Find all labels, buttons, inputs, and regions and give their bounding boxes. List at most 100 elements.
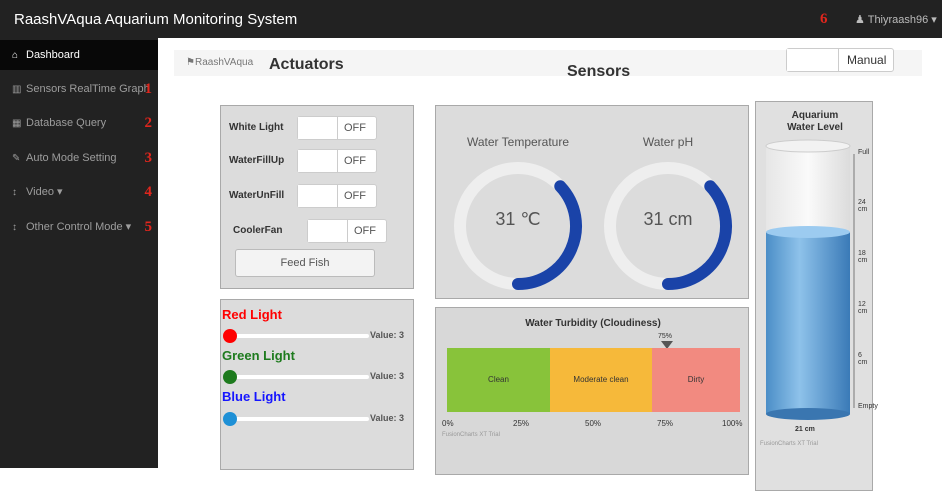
switch-state: OFF [344,122,366,134]
water-ph-value: 31 cm [643,209,693,229]
annotation-marker-3: 3 [144,150,153,166]
sidebar-item-label: Video ▾ [26,186,63,198]
annotation-marker-2: 2 [144,115,153,131]
breadcrumb-home[interactable]: ⚑RaashVAqua [186,57,253,68]
sidebar-item-label: Auto Mode Setting [26,152,117,164]
green-light-slider[interactable] [223,370,369,384]
cooler-fan-switch[interactable]: OFF [307,219,387,243]
water-fill-up-switch[interactable]: OFF [297,149,377,173]
actuators-panel: White Light OFF WaterFillUp OFF WaterUnF… [220,105,414,289]
sidebar-item-label: Sensors RealTime Graph [26,83,150,95]
mode-toggle[interactable]: Manual [786,48,894,72]
blue-light-slider[interactable] [223,412,369,426]
blue-light-value: Value: 3 [370,413,405,423]
green-light-label: Green Light [222,348,295,363]
sidebar-item-label: Other Control Mode ▾ [26,221,132,233]
sidebar-item-video[interactable]: ↕ Video ▾ 4 [0,177,158,207]
sensors-heading: Sensors [567,63,631,80]
turbidity-band-dirty: Dirty [652,348,740,412]
switch-state: OFF [344,155,366,167]
sidebar: ⌂ Dashboard ▥ Sensors RealTime Graph 1 ▦ Da… [0,38,158,468]
user-icon: ♟ [855,14,868,26]
blue-light-label: Blue Light [222,389,286,404]
turbidity-tick: 25% [513,419,530,428]
edit-icon: ✎ [12,153,21,164]
red-light-value: Value: 3 [370,330,405,340]
actuator-row-white-light: White Light OFF [229,116,389,140]
main-content: ⚑RaashVAqua Actuators Sensors Manual Whi… [158,38,942,491]
water-level-tick: 6 cm [858,352,868,366]
actuator-label: WaterFillUp [229,155,285,166]
red-light-label: Red Light [222,307,282,322]
water-surface [766,226,850,238]
app-brand[interactable]: RaashVAqua Aquarium Monitoring System [14,11,297,28]
turbidity-trial-label: FusionCharts XT Trial [442,432,500,438]
table-icon: ▦ [12,118,22,129]
annotation-marker-1: 1 [144,81,153,97]
resize-vertical-icon: ↕ [12,222,17,233]
resize-vertical-icon: ↕ [12,187,17,198]
water-unfill-switch[interactable]: OFF [297,184,377,208]
water-temperature-title: Water Temperature [466,135,570,149]
sidebar-item-dashboard[interactable]: ⌂ Dashboard [0,40,158,70]
switch-state: OFF [344,190,366,202]
switch-state: OFF [354,225,376,237]
turbidity-pointer-label: 75% [658,333,673,340]
water-level-value: 21 cm [795,426,815,433]
blue-light-slider-handle[interactable] [223,412,237,426]
water-fill [766,232,850,414]
water-level-trial-label: FusionCharts XT Trial [760,441,818,447]
red-light-slider[interactable] [223,329,369,343]
annotation-marker-4: 4 [144,184,153,200]
sidebar-item-other-control-mode[interactable]: ↕ Other Control Mode ▾ 5 [0,212,158,242]
sidebar-item-label: Database Query [26,117,107,129]
gauges-panel: Water Temperature 31 ℃ Water pH 31 cm [435,105,749,299]
switch-knob[interactable] [308,220,348,242]
gauge-value-arc [662,180,732,290]
turbidity-band-moderate: Moderate clean [550,348,652,412]
cylinder-top [765,139,851,153]
green-light-slider-handle[interactable] [223,370,237,384]
turbidity-band-clean: Clean [447,348,550,412]
water-level-tick: 24 cm [858,199,868,213]
turbidity-tick: 50% [585,419,602,428]
annotation-marker-6: 6 [820,11,828,27]
actuator-label: CoolerFan [233,225,283,236]
mode-toggle-label: Manual [847,53,887,67]
actuator-row-water-unfill: WaterUnFill OFF [229,184,389,208]
turbidity-panel: Water Turbidity (Cloudiness) 75% Clean M… [435,307,749,475]
switch-knob[interactable] [298,117,338,139]
red-light-slider-handle[interactable] [223,329,237,343]
switch-knob[interactable] [298,150,338,172]
water-level-tick: Full [858,149,870,156]
gauge-value-arc [512,180,582,290]
actuator-row-cooler-fan: CoolerFan OFF [229,219,389,243]
home-icon: ⚑ [186,57,195,68]
water-level-panel: Aquarium Water Level Full 24 cm 18 cm 12… [755,101,878,491]
bar-chart-icon: ▥ [12,84,22,95]
dashboard-icon: ⌂ [12,50,19,61]
water-level-tick: 12 cm [858,301,868,315]
mode-toggle-knob[interactable] [787,49,839,71]
turbidity-tick: 0% [442,419,454,428]
sidebar-item-sensors-graph[interactable]: ▥ Sensors RealTime Graph 1 [0,74,158,104]
turbidity-tick: 75% [657,419,674,428]
annotation-marker-5: 5 [144,219,153,235]
actuators-heading: Actuators [269,56,344,73]
switch-knob[interactable] [298,185,338,207]
user-menu-label: Thiyraash96 ▾ [867,14,937,26]
turbidity-tick: 100% [722,419,743,428]
sidebar-item-auto-mode[interactable]: ✎ Auto Mode Setting 3 [0,143,158,173]
water-level-cylinder [765,139,855,420]
actuator-label: WaterUnFill [229,190,285,201]
sidebar-item-label: Dashboard [26,49,80,61]
water-temperature-value: 31 ℃ [495,209,541,229]
led-sliders-panel: Red Light Value: 3 Green Light Value: 3 … [220,299,414,470]
user-menu[interactable]: ♟ Thiyraash96 ▾ [855,13,937,26]
top-navbar: RaashVAqua Aquarium Monitoring System 6 … [0,0,942,38]
white-light-switch[interactable]: OFF [297,116,377,140]
water-ph-title: Water pH [642,135,694,149]
sidebar-item-database-query[interactable]: ▦ Database Query 2 [0,108,158,138]
breadcrumb-label: RaashVAqua [194,57,254,68]
feed-fish-button[interactable]: Feed Fish [235,249,375,277]
